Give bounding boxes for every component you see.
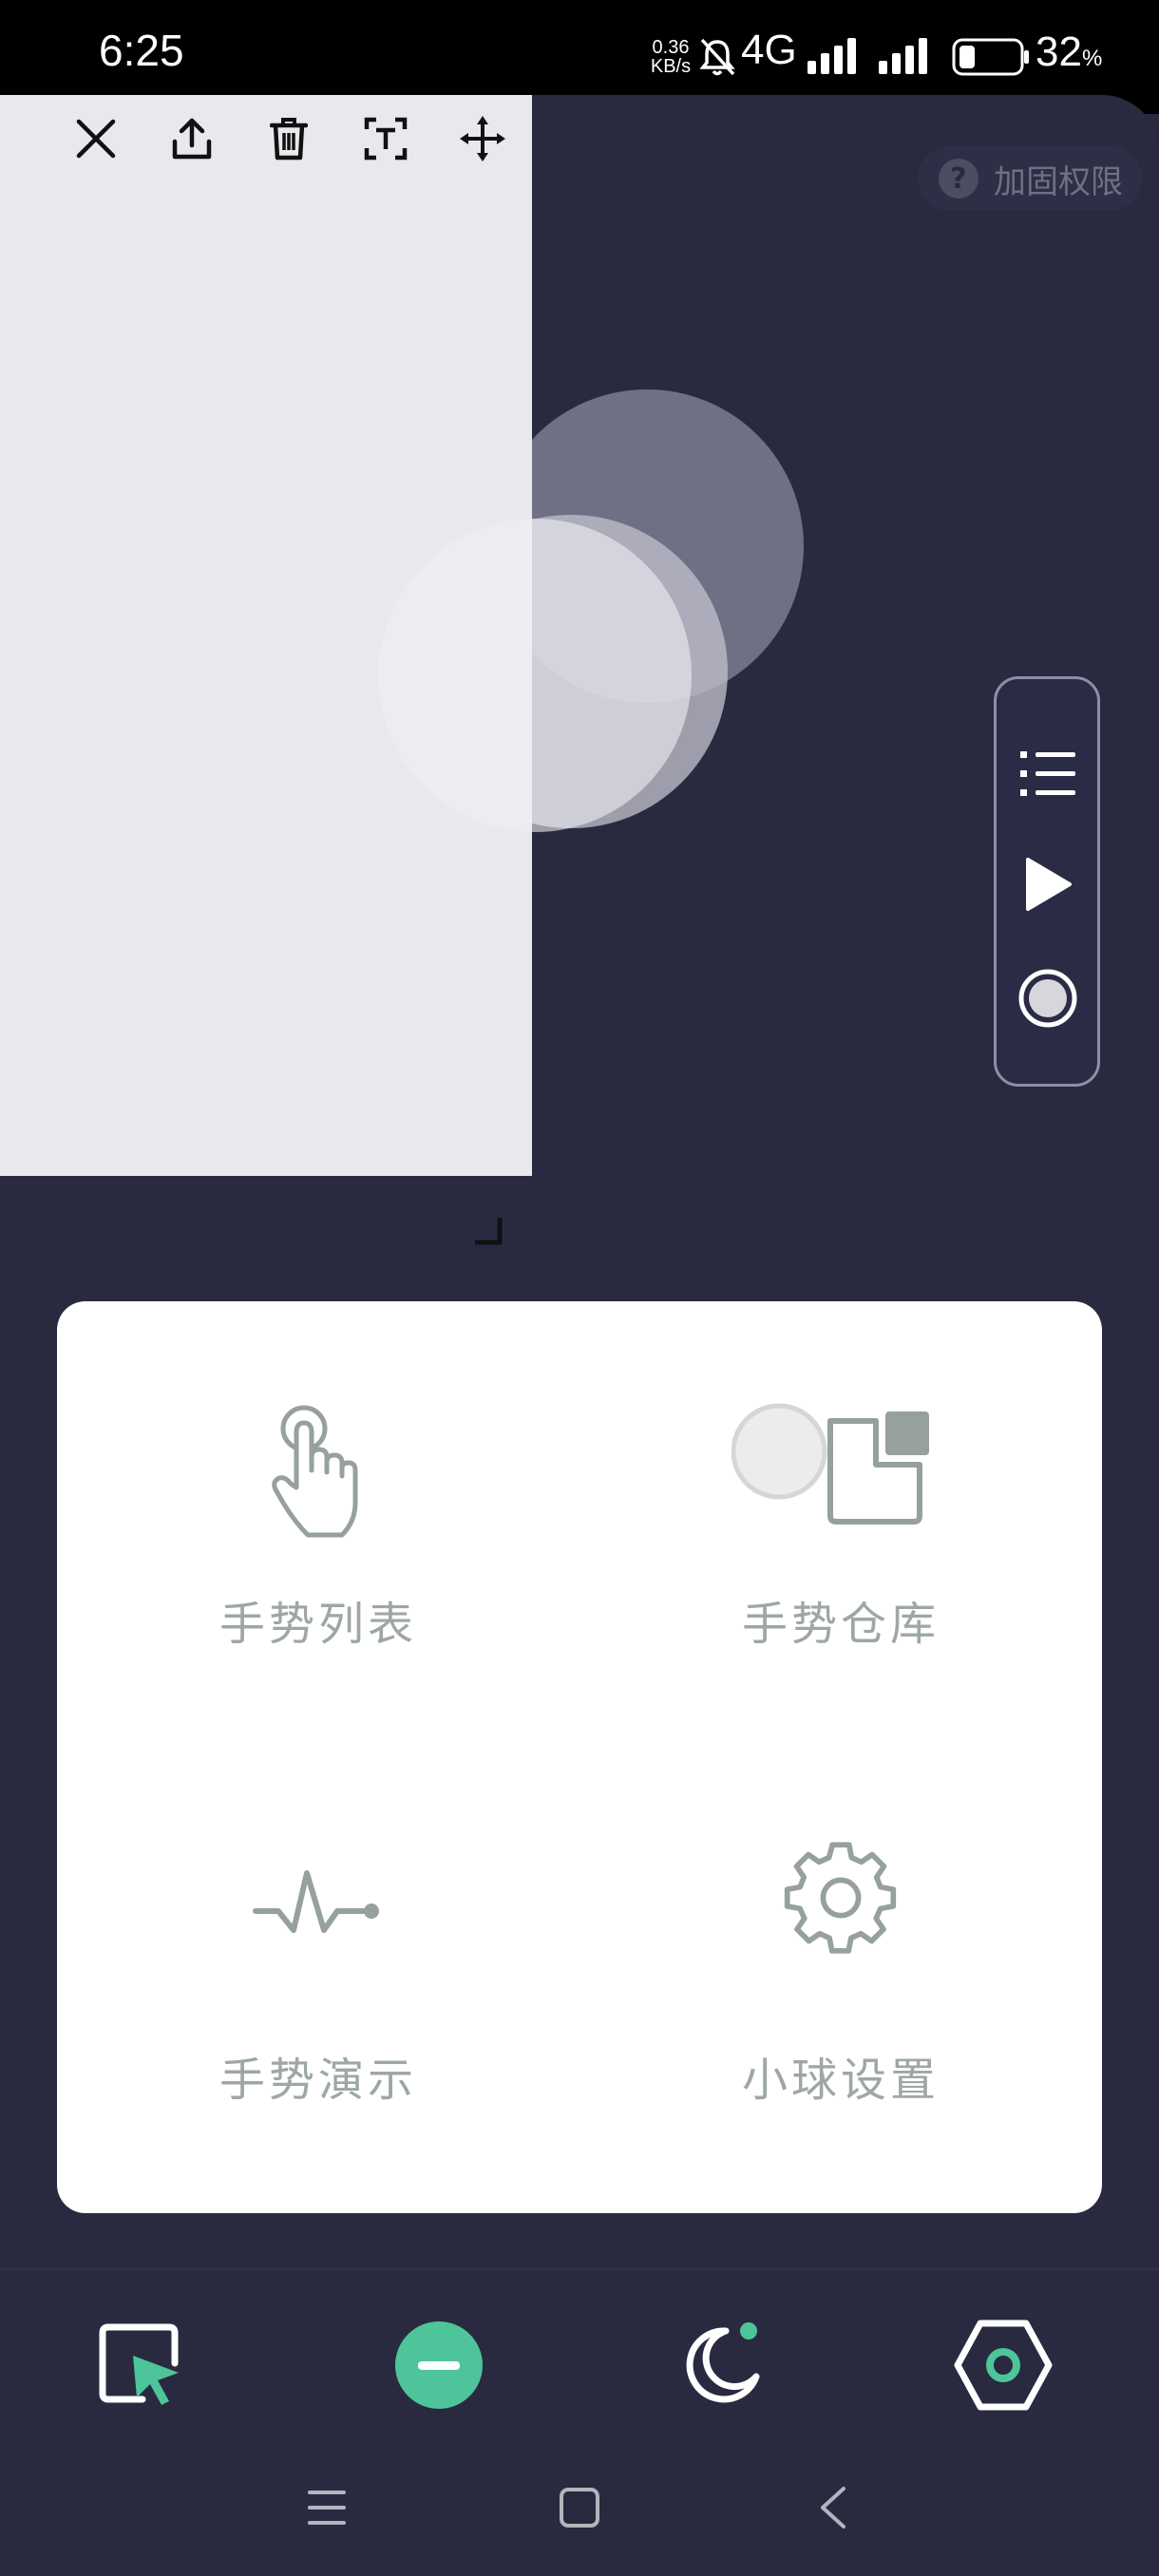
bottom-divider — [0, 2268, 1159, 2270]
hand-pointer-icon — [272, 1405, 358, 1538]
record-button[interactable] — [1017, 968, 1078, 1029]
signal-icon-2 — [879, 38, 927, 74]
menu-label-ball-settings: 小球设置 — [741, 2054, 940, 2107]
nav-night-mode-button[interactable] — [663, 2308, 777, 2422]
home-square-icon — [560, 2488, 599, 2528]
menu-label-gesture-list: 手势列表 — [218, 1598, 417, 1651]
text-icon — [364, 117, 408, 161]
question-icon: ? — [939, 159, 978, 199]
menu-label-gesture-demo: 手势演示 — [218, 2054, 417, 2107]
minimize-icon — [395, 2321, 483, 2409]
night-mode-icon — [686, 2322, 760, 2403]
record-icon — [1018, 969, 1077, 1028]
back-chevron-icon — [821, 2487, 846, 2529]
gear-icon — [784, 1842, 897, 1954]
delete-icon — [270, 118, 308, 161]
delete-button[interactable] — [260, 110, 317, 167]
battery-percent-unit: % — [1081, 46, 1103, 71]
status-time: 6:25 — [99, 26, 184, 75]
play-button[interactable] — [1017, 854, 1078, 915]
play-icon — [1026, 858, 1072, 911]
battery-percent: 32% — [1036, 28, 1102, 76]
network-speed: 0.36 KB/s — [648, 38, 694, 76]
menu-lines-icon — [308, 2491, 346, 2525]
menu-item-gesture-demo[interactable]: 手势演示 — [57, 1757, 580, 2213]
floating-control-bar — [994, 676, 1100, 1087]
text-button[interactable] — [357, 110, 414, 167]
network-type: 4G — [741, 27, 797, 73]
move-icon — [460, 116, 505, 161]
system-back-button[interactable] — [804, 2479, 861, 2536]
battery-percent-value: 32 — [1036, 28, 1082, 75]
share-button[interactable] — [163, 110, 220, 167]
signal-icon — [808, 38, 856, 74]
mute-icon — [699, 38, 735, 76]
network-speed-unit: KB/s — [650, 56, 692, 77]
menu-item-ball-settings[interactable]: 小球设置 — [580, 1757, 1102, 2213]
nav-settings-button[interactable] — [946, 2308, 1060, 2422]
network-speed-value: 0.36 — [652, 37, 690, 58]
system-home-button[interactable] — [551, 2479, 608, 2536]
reinforce-permission-button[interactable]: ? 加固权限 — [918, 146, 1142, 211]
share-icon — [172, 118, 212, 160]
reinforce-permission-label: 加固权限 — [994, 162, 1123, 201]
menu-label-gesture-warehouse: 手势仓库 — [741, 1598, 940, 1651]
menu-item-gesture-warehouse[interactable]: 手势仓库 — [580, 1301, 1102, 1757]
system-menu-button[interactable] — [298, 2479, 355, 2536]
wave-icon — [253, 1870, 379, 1933]
list-button[interactable] — [1017, 744, 1078, 805]
select-cursor-icon — [99, 2323, 179, 2405]
list-icon — [1020, 751, 1075, 796]
settings-hex-icon — [954, 2320, 1053, 2411]
menu-item-gesture-list[interactable]: 手势列表 — [57, 1301, 580, 1757]
nav-minimize-button[interactable] — [382, 2308, 496, 2422]
move-button[interactable] — [454, 110, 511, 167]
ball-bubble-front[interactable] — [378, 519, 692, 832]
battery-icon — [952, 38, 1029, 76]
nav-select-button[interactable] — [84, 2308, 198, 2422]
warehouse-icon — [732, 1403, 929, 1525]
close-button[interactable] — [67, 110, 124, 167]
close-icon — [76, 119, 116, 159]
menu-card: 手势列表 手势仓库 手势演示 小球设置 — [57, 1301, 1102, 2213]
resize-handle-icon[interactable] — [473, 1216, 504, 1246]
